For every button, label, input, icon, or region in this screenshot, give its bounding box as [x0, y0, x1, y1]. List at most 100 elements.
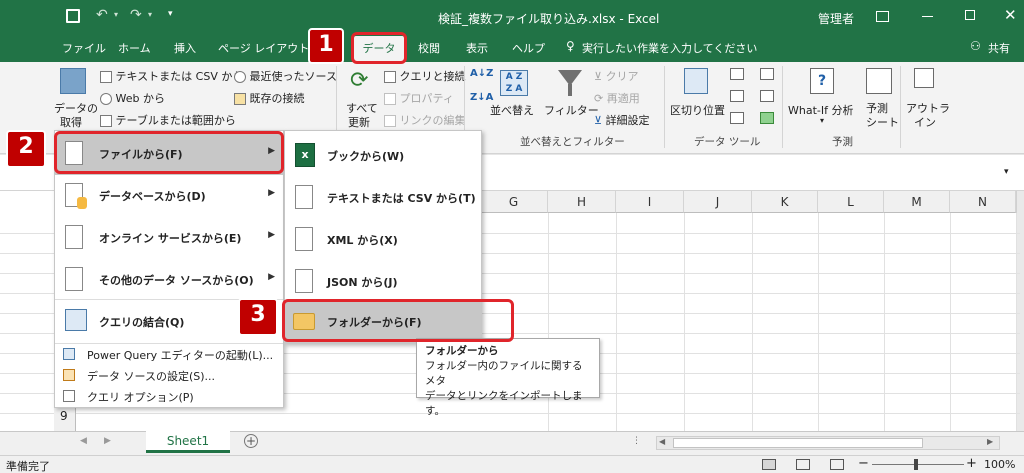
zoom-out-icon[interactable]: − — [858, 456, 869, 471]
scroll-right-icon[interactable]: ▶ — [987, 437, 993, 446]
menu-item-from-json[interactable]: JSON から(J) — [285, 261, 481, 303]
text-to-columns-button[interactable]: 区切り位置 — [668, 66, 725, 117]
forecast-sheet-button[interactable]: 予測 シート — [862, 66, 899, 129]
zoom-slider-thumb[interactable] — [914, 459, 918, 470]
recent-sources-label: 最近使ったソース — [249, 70, 337, 83]
tab-view[interactable]: 表示 — [466, 40, 488, 56]
menu-item-from-xml[interactable]: XML から(X) — [285, 219, 481, 261]
refresh-all-button[interactable]: ⟳ すべて 更新 — [344, 66, 380, 129]
queries-connections-label: クエリと接続 — [399, 70, 466, 83]
column-header[interactable]: K — [752, 191, 818, 213]
remove-duplicates-icon[interactable] — [730, 90, 744, 102]
tab-page-layout[interactable]: ページ レイアウト — [218, 40, 309, 56]
filter-label: フィルター — [544, 104, 599, 117]
sort-ascending-icon[interactable]: A↓Z — [470, 68, 493, 79]
vertical-scrollbar[interactable] — [1016, 191, 1024, 431]
menu-item-label: ブックから(W) — [327, 150, 405, 163]
outline-button[interactable]: アウトラ イン — [904, 66, 950, 129]
zoom-level[interactable]: 100% — [984, 458, 1015, 471]
redo-dropdown-icon[interactable]: ▾ — [148, 10, 152, 19]
existing-connections-ribbon[interactable]: 既存の接続 — [234, 90, 305, 106]
share-button[interactable]: 共有 — [988, 40, 1010, 56]
tooltip-line: フォルダー内のファイルに関するメタ — [425, 360, 583, 387]
data-validation-icon[interactable] — [730, 112, 744, 124]
pq-editor-icon — [63, 348, 75, 360]
tab-review[interactable]: 校閲 — [418, 40, 440, 56]
scroll-thumb[interactable] — [673, 438, 923, 448]
zoom-slider[interactable] — [872, 464, 964, 465]
column-header[interactable]: G — [480, 191, 548, 213]
consolidate-icon[interactable] — [760, 68, 774, 80]
save-icon[interactable] — [66, 9, 80, 23]
tell-me-search[interactable]: 実行したい作業を入力してください — [582, 40, 757, 56]
add-sheet-icon[interactable]: + — [244, 434, 258, 448]
menu-item-from-workbook[interactable]: x ブックから(W) — [285, 135, 481, 177]
json-file-icon — [295, 269, 313, 293]
filter-button[interactable]: フィルター — [544, 66, 599, 117]
from-web-ribbon[interactable]: Web から — [100, 90, 165, 106]
whatif-dropdown-icon: ▾ — [820, 116, 825, 125]
tab-insert[interactable]: 挿入 — [174, 40, 196, 56]
user-name[interactable]: 管理者 — [818, 10, 854, 27]
tab-home[interactable]: ホーム — [118, 40, 151, 56]
whatif-button[interactable]: ? What-If 分析 ▾ — [786, 66, 858, 125]
column-header[interactable]: H — [548, 191, 616, 213]
column-header[interactable]: L — [818, 191, 884, 213]
share-user-icon[interactable]: ⚇ — [970, 39, 981, 53]
column-header[interactable]: J — [684, 191, 752, 213]
menu-item-from-online[interactable]: オンライン サービスから(E) ▶ — [55, 217, 283, 259]
flash-fill-icon[interactable] — [730, 68, 744, 80]
sheet-tab-sheet1[interactable]: Sheet1 — [146, 431, 230, 453]
scroll-sheets-left-icon[interactable]: ◀ — [80, 436, 87, 446]
scroll-left-icon[interactable]: ◀ — [659, 437, 665, 446]
menu-item-from-database[interactable]: データベースから(D) ▶ — [55, 175, 283, 217]
reapply-icon: ⟳ — [594, 92, 604, 105]
from-text-csv-ribbon[interactable]: テキストまたは CSV から — [100, 68, 243, 84]
outline-icon — [914, 68, 934, 88]
query-options-icon — [63, 390, 75, 402]
close-icon[interactable]: ✕ — [1004, 6, 1017, 24]
from-table-ribbon[interactable]: テーブルまたは範囲から — [100, 112, 236, 128]
tab-file[interactable]: ファイル — [62, 40, 106, 56]
menu-item-from-other[interactable]: その他のデータ ソースから(O) ▶ — [55, 259, 283, 301]
maximize-icon[interactable] — [965, 10, 975, 20]
advanced-filter-icon: ⊻ — [594, 114, 603, 127]
menu-item-pq-editor[interactable]: Power Query エディターの起動(L)... — [55, 344, 283, 364]
tab-help[interactable]: ヘルプ — [512, 40, 545, 56]
ribbon-display-icon[interactable] — [876, 11, 889, 22]
reapply-ribbon: ⟳ 再適用 — [594, 90, 640, 106]
menu-item-data-source-settings[interactable]: データ ソースの設定(S)... — [55, 365, 283, 385]
page-layout-view-icon[interactable] — [796, 459, 810, 470]
get-data-button[interactable]: データの 取得 — [54, 66, 98, 129]
relationships-icon[interactable] — [760, 90, 774, 102]
customize-qat-icon[interactable]: ▾ — [168, 9, 173, 19]
zoom-in-icon[interactable]: + — [966, 456, 977, 471]
undo-dropdown-icon[interactable]: ▾ — [114, 10, 118, 19]
advanced-ribbon[interactable]: ⊻ 詳細設定 — [594, 112, 650, 128]
menu-item-from-text-csv[interactable]: テキストまたは CSV から(T) — [285, 177, 481, 219]
menu-item-query-options[interactable]: クエリ オプション(P) — [55, 386, 283, 406]
normal-view-icon[interactable] — [762, 459, 776, 470]
tab-split-handle-icon[interactable]: ⋮ — [632, 436, 641, 446]
settings-icon — [63, 369, 75, 381]
column-header[interactable]: M — [884, 191, 950, 213]
from-web-label: Web から — [115, 92, 165, 105]
column-header[interactable]: N — [950, 191, 1016, 213]
scroll-sheets-right-icon[interactable]: ▶ — [104, 436, 111, 446]
expand-formula-bar-icon[interactable]: ▾ — [1004, 167, 1009, 177]
horizontal-scrollbar[interactable]: ◀ ▶ — [656, 436, 1000, 450]
redo-icon[interactable]: ↷ — [130, 7, 142, 23]
recent-sources-ribbon[interactable]: 最近使ったソース — [234, 68, 337, 84]
minimize-icon[interactable] — [922, 16, 933, 17]
row-number[interactable]: 9 — [60, 409, 68, 423]
column-header[interactable]: I — [616, 191, 684, 213]
lightbulb-icon: ♀ — [566, 39, 575, 53]
gridline — [684, 213, 685, 431]
sort-button[interactable]: A ZZ A 並べ替え — [490, 66, 538, 117]
page-break-view-icon[interactable] — [830, 459, 844, 470]
undo-icon[interactable]: ↶ — [96, 7, 108, 23]
queries-connections-ribbon[interactable]: クエリと接続 — [384, 68, 466, 84]
sheet-tab-label: Sheet1 — [166, 434, 210, 448]
data-model-icon[interactable] — [760, 112, 774, 124]
advanced-label: 詳細設定 — [605, 114, 650, 127]
